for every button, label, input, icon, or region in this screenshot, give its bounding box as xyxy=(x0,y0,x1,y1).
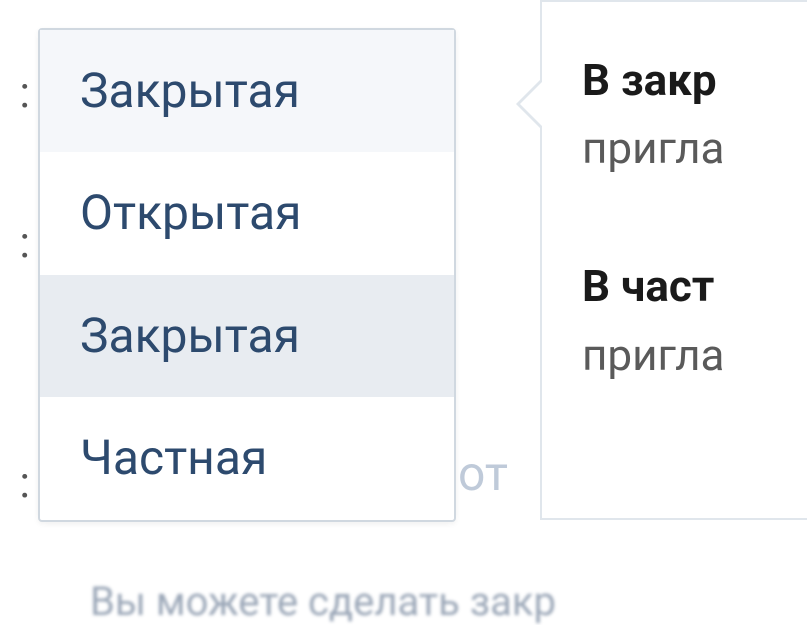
tooltip-private-block: В част пригла xyxy=(582,252,807,388)
tooltip-closed-text: пригла xyxy=(582,122,724,174)
tooltip-closed-block: В закр пригла xyxy=(582,46,807,182)
background-field-text: от xyxy=(458,445,508,502)
dropdown-selected-value[interactable]: Закрытая xyxy=(40,30,454,152)
dropdown-option-closed[interactable]: Закрытая xyxy=(40,275,454,397)
dropdown-option-open[interactable]: Открытая xyxy=(40,152,454,274)
tooltip-private-heading: В част xyxy=(582,260,714,312)
type-explanation-tooltip: В закр пригла В част пригла xyxy=(540,0,807,520)
tooltip-private-text: пригла xyxy=(582,329,724,381)
form-label-1: : xyxy=(0,66,30,118)
bottom-hint-text: Вы можете сделать закр xyxy=(90,578,556,625)
group-type-dropdown[interactable]: Закрытая Открытая Закрытая Частная xyxy=(38,28,456,522)
form-label-2: : xyxy=(0,216,30,268)
form-label-3: : xyxy=(0,456,30,508)
tooltip-closed-heading: В закр xyxy=(582,54,717,106)
dropdown-option-private[interactable]: Частная xyxy=(40,397,454,519)
